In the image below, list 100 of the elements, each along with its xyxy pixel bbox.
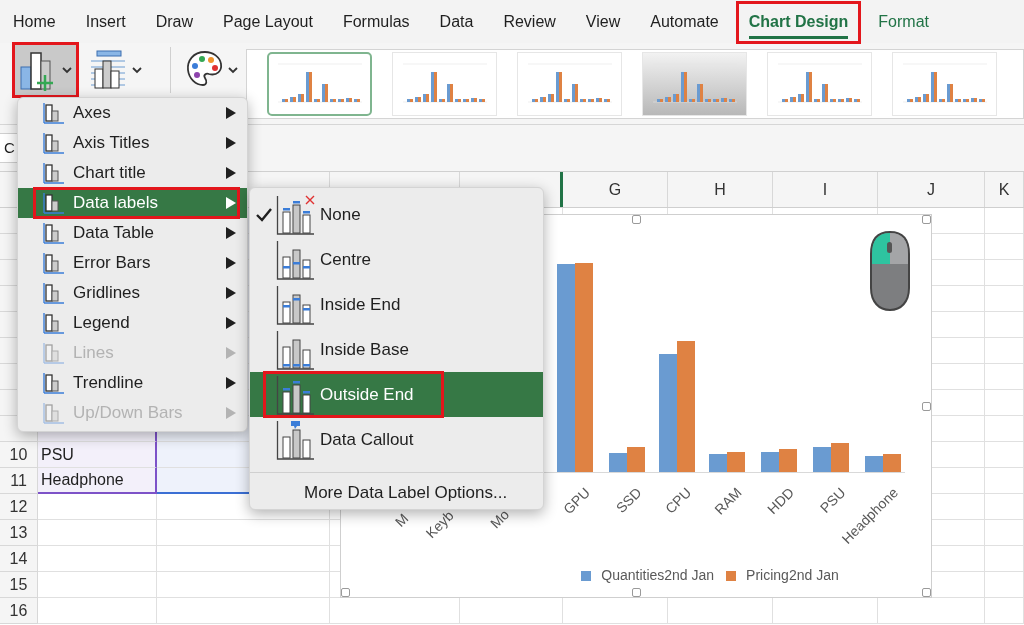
ribbon-tab[interactable]: Review (491, 2, 568, 43)
resize-handle[interactable] (922, 215, 931, 224)
table-cell[interactable] (985, 312, 1024, 338)
resize-handle[interactable] (922, 588, 931, 597)
menu-item[interactable]: Outside End (250, 372, 543, 417)
caret-icon (60, 66, 73, 74)
table-cell[interactable] (38, 546, 157, 572)
table-cell[interactable] (985, 572, 1024, 598)
data-label-position-icon (276, 373, 316, 416)
table-cell[interactable] (985, 468, 1024, 494)
menu-item[interactable]: Axis Titles (18, 128, 247, 158)
chart-element-icon (43, 311, 65, 335)
table-cell[interactable] (38, 520, 157, 546)
menu-item[interactable]: Gridlines (18, 278, 247, 308)
bar (883, 454, 901, 472)
chart-element-icon (43, 371, 65, 395)
ribbon-tab[interactable]: Formulas (330, 2, 422, 43)
table-cell[interactable] (985, 338, 1024, 364)
chart-element-icon (43, 161, 65, 185)
ribbon-tab[interactable]: Insert (73, 2, 138, 43)
data-label-position-icon (276, 328, 316, 371)
table-cell[interactable] (157, 520, 330, 546)
ribbon-tab[interactable]: Draw (143, 2, 206, 43)
name-box[interactable]: C (0, 133, 17, 163)
caret-icon (131, 66, 143, 74)
ribbon-tab[interactable]: Home (1, 2, 68, 43)
ribbon-tab[interactable]: View (573, 2, 633, 43)
legend-label: Quantities2nd Jan (601, 566, 715, 585)
layout-icon (89, 49, 127, 91)
submenu-arrow-icon (225, 166, 237, 180)
row-header[interactable]: 15 (0, 572, 38, 598)
row-header[interactable]: 13 (0, 520, 38, 546)
ribbon-tab[interactable]: Page Layout (211, 2, 325, 43)
ribbon-tab[interactable]: Format (866, 2, 941, 43)
chart-element-icon (43, 191, 65, 215)
row-header[interactable]: 11 (0, 468, 38, 494)
table-cell[interactable] (985, 234, 1024, 260)
ribbon-button[interactable] (13, 43, 78, 97)
table-cell[interactable] (985, 260, 1024, 286)
table-cell[interactable] (157, 546, 330, 572)
submenu-arrow-icon (225, 316, 237, 330)
row-header[interactable]: 12 (0, 494, 38, 520)
submenu-arrow-icon (225, 226, 237, 240)
column-header[interactable]: J (878, 172, 985, 207)
table-cell[interactable] (985, 598, 1024, 624)
menu-item[interactable]: Trendline (18, 368, 247, 398)
submenu-arrow-icon (225, 136, 237, 150)
row-header[interactable]: 14 (0, 546, 38, 572)
chart-element-icon (43, 401, 65, 425)
table-cell[interactable] (985, 416, 1024, 442)
bar (609, 453, 627, 472)
data-label-position-icon (276, 283, 316, 326)
table-cell[interactable] (985, 286, 1024, 312)
menu-item[interactable]: Error Bars (18, 248, 247, 278)
menu-item[interactable]: Data Table (18, 218, 247, 248)
table-cell[interactable] (985, 442, 1024, 468)
axis-label: M (392, 511, 411, 530)
menu-item[interactable]: Axes (18, 98, 247, 128)
table-cell[interactable] (985, 208, 1024, 234)
table-cell[interactable] (157, 598, 330, 624)
chart-element-icon (43, 251, 65, 275)
table-cell[interactable] (985, 364, 1024, 390)
column-header[interactable]: K (985, 172, 1024, 207)
data-label-position-icon (276, 238, 316, 281)
bar (813, 447, 831, 472)
chart-element-icon (43, 341, 65, 365)
bar (831, 443, 849, 472)
table-cell[interactable] (985, 520, 1024, 546)
ribbon-tab[interactable]: Data (427, 2, 486, 43)
resize-handle[interactable] (922, 401, 931, 411)
table-cell[interactable] (38, 494, 157, 520)
table-cell[interactable]: PSU (38, 442, 157, 468)
menu-item[interactable]: Legend (18, 308, 247, 338)
resize-handle[interactable] (631, 215, 641, 224)
bar (865, 456, 883, 472)
bar (779, 449, 797, 472)
bar (727, 452, 745, 472)
table-cell[interactable] (38, 598, 157, 624)
menu-item[interactable]: Chart title (18, 158, 247, 188)
table-cell[interactable] (985, 494, 1024, 520)
table-cell[interactable] (985, 546, 1024, 572)
resize-handle[interactable] (631, 588, 641, 597)
bar (627, 447, 645, 472)
table-cell[interactable] (157, 572, 330, 598)
table-cell[interactable]: Headphone (38, 468, 157, 494)
submenu-arrow-icon (225, 196, 237, 210)
bar (761, 452, 779, 472)
table-cell[interactable] (985, 390, 1024, 416)
submenu-arrow-icon (225, 376, 237, 390)
row-header[interactable]: 16 (0, 598, 38, 624)
column-header[interactable]: I (773, 172, 878, 207)
resize-handle[interactable] (341, 588, 350, 597)
bar (709, 454, 727, 472)
table-cell[interactable] (38, 572, 157, 598)
column-header[interactable]: G (563, 172, 668, 207)
row-header[interactable]: 10 (0, 442, 38, 468)
data-label-position-icon (276, 193, 316, 236)
column-header[interactable]: H (668, 172, 773, 207)
ribbon-tab[interactable]: Automate (638, 2, 731, 43)
menu-item[interactable]: Data labels (18, 188, 247, 218)
